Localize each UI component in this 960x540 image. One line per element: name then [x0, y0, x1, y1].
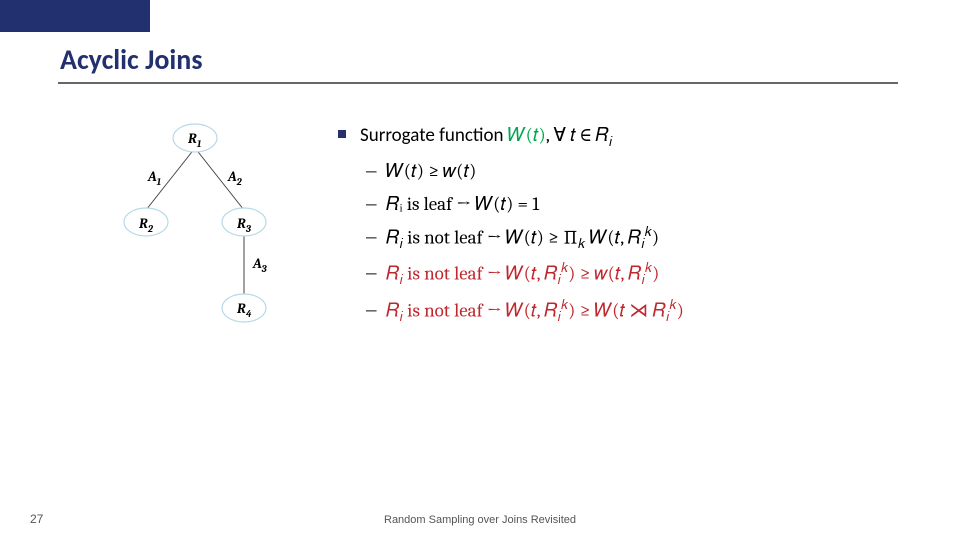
bullet-square-icon	[338, 130, 346, 138]
label-a1: A1	[148, 168, 161, 188]
sub-item-3: – 𝑅𝑖 is not leaf → 𝑊(𝑡) ≥ ∏𝑘 𝑊(𝑡, 𝑅𝑖𝑘)	[338, 222, 918, 256]
sub-item-1: – 𝑊(𝑡) ≥ 𝑤(𝑡)	[338, 156, 918, 187]
content-block: Surrogate function 𝑊(𝑡), ∀ 𝑡 ∈ 𝑅𝑖 – 𝑊(𝑡)…	[338, 120, 918, 331]
dash-icon: –	[366, 189, 376, 220]
sub-text: 𝑅𝑖 is not leaf → 𝑊(𝑡) ≥ ∏𝑘 𝑊(𝑡, 𝑅𝑖𝑘)	[386, 222, 659, 256]
sub-item-4: – 𝑅𝑖 is not leaf → 𝑊(𝑡, 𝑅𝑖𝑘) ≥ 𝑤(𝑡, 𝑅𝑖𝑘)	[338, 258, 918, 292]
footer-text: Random Sampling over Joins Revisited	[0, 514, 960, 526]
label-a3: A3	[253, 255, 267, 275]
title-underline	[58, 82, 898, 84]
dash-icon: –	[366, 295, 376, 326]
join-tree-diagram: R1 R2 R3 R4 A1 A2 A3	[100, 118, 310, 378]
dash-icon: –	[366, 156, 376, 187]
sub-text: 𝑅ᵢ is leaf → 𝑊(𝑡) = 1	[386, 189, 539, 220]
sub-item-5: – 𝑅𝑖 is not leaf → 𝑊(𝑡, 𝑅𝑖𝑘) ≥ 𝑊(𝑡 ⋊ 𝑅𝑖𝑘…	[338, 295, 918, 329]
label-r3: R3	[237, 215, 251, 235]
bullet-main: Surrogate function 𝑊(𝑡), ∀ 𝑡 ∈ 𝑅𝑖	[338, 120, 918, 154]
dash-icon: –	[366, 222, 376, 253]
label-r4: R4	[237, 300, 251, 320]
bullet-text: Surrogate function 𝑊(𝑡), ∀ 𝑡 ∈ 𝑅𝑖	[360, 120, 612, 154]
accent-bar	[0, 0, 150, 32]
page-title: Acyclic Joins	[60, 42, 203, 77]
sub-text: 𝑅𝑖 is not leaf → 𝑊(𝑡, 𝑅𝑖𝑘) ≥ 𝑤(𝑡, 𝑅𝑖𝑘)	[386, 258, 659, 292]
label-a2: A2	[228, 168, 242, 188]
label-r1: R1	[188, 130, 201, 150]
sub-text: 𝑅𝑖 is not leaf → 𝑊(𝑡, 𝑅𝑖𝑘) ≥ 𝑊(𝑡 ⋊ 𝑅𝑖𝑘)	[386, 295, 684, 329]
sub-item-2: – 𝑅ᵢ is leaf → 𝑊(𝑡) = 1	[338, 189, 918, 220]
dash-icon: –	[366, 258, 376, 289]
label-r2: R2	[139, 215, 153, 235]
sub-text: 𝑊(𝑡) ≥ 𝑤(𝑡)	[386, 156, 476, 187]
slide: Acyclic Joins R1 R2 R3 R4 A1 A2 A3 Surro…	[0, 0, 960, 540]
